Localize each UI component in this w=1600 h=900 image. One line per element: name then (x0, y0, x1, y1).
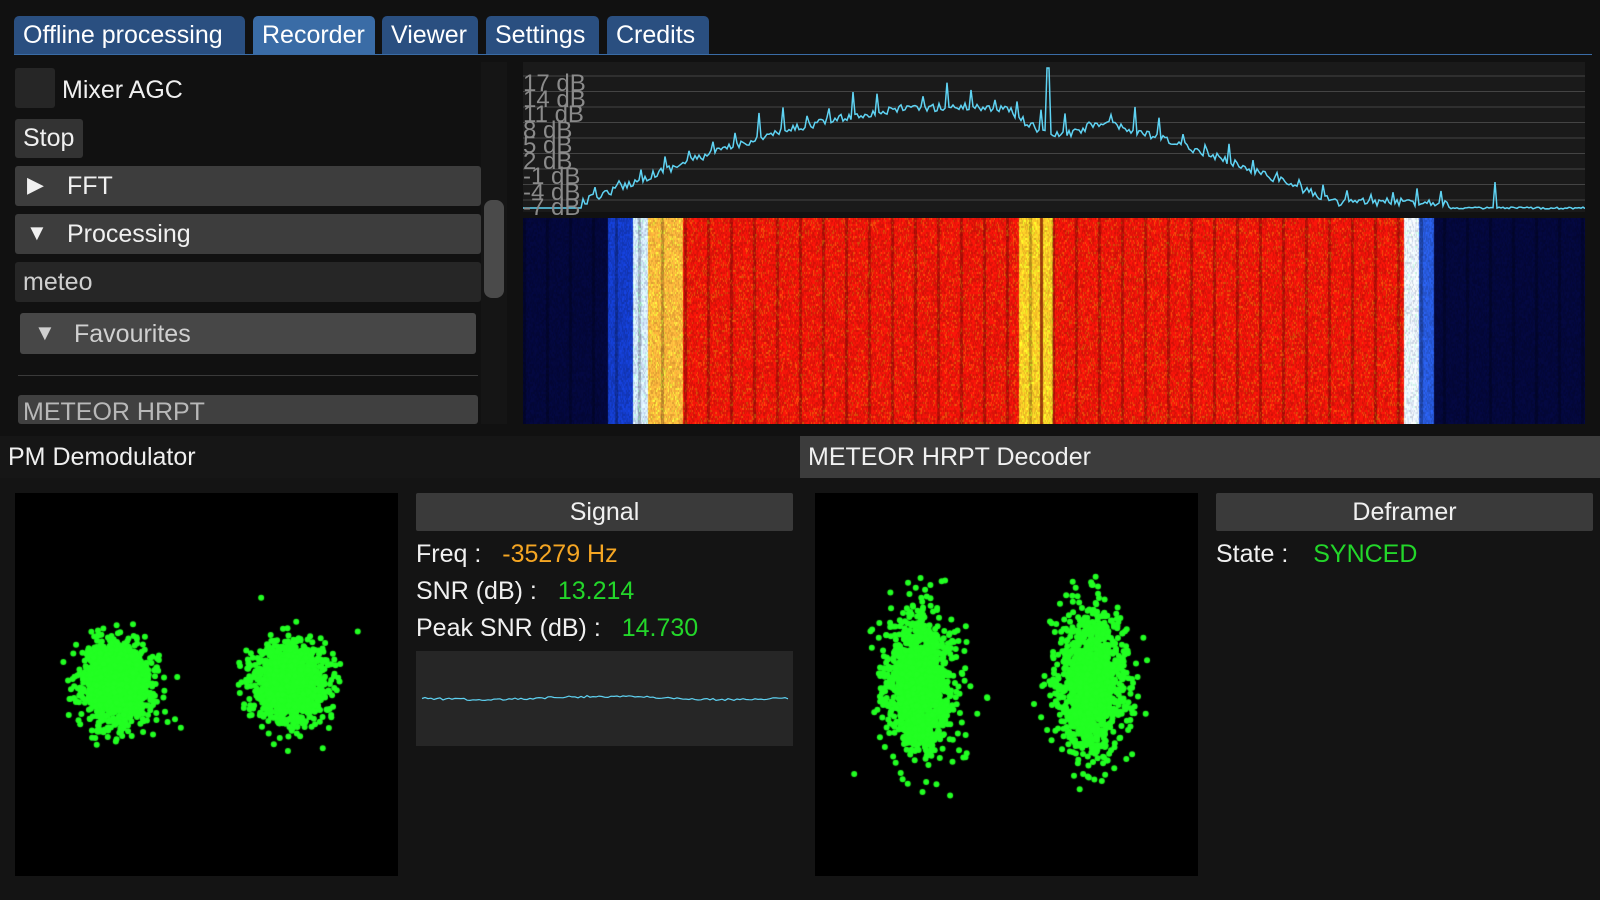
waterfall-display[interactable] (523, 218, 1585, 424)
tab-offline-processing[interactable]: Offline processing (14, 16, 245, 54)
processing-section-label: Processing (67, 220, 191, 248)
mixer-agc-label: Mixer AGC (62, 76, 183, 104)
peak-snr-label: Peak SNR (dB) : (416, 614, 601, 642)
peak-snr-stat: Peak SNR (dB) : 14.730 (416, 614, 698, 643)
pm-constellation-plot (15, 493, 398, 876)
snr-stat: SNR (dB) : 13.214 (416, 577, 634, 606)
waterfall-canvas (523, 218, 1585, 424)
category-select[interactable]: meteo (15, 262, 481, 302)
snr-value: 13.214 (557, 577, 635, 605)
tab-bar-divider (14, 54, 1592, 55)
stop-button[interactable]: Stop (15, 119, 83, 158)
tab-settings[interactable]: Settings (486, 16, 599, 54)
peak-snr-value: 14.730 (621, 614, 699, 642)
expanded-arrow-icon: ▼ (26, 220, 48, 245)
fft-section-label: FFT (67, 172, 113, 200)
favourites-section-header[interactable]: ▼ Favourites (20, 313, 476, 354)
decoder-constellation-plot (815, 493, 1198, 876)
collapsed-arrow-icon: ▶ (27, 172, 44, 197)
fft-spectrum-plot[interactable]: 17 dB 14 dB 11 dB 8 dB 5 dB 2 dB -1 dB -4 dB -7 … (523, 62, 1585, 220)
freq-value: -35279 Hz (502, 540, 618, 568)
tab-recorder[interactable]: Recorder (253, 16, 375, 54)
snr-history-graph (416, 651, 793, 746)
pm-demodulator-title: PM Demodulator (8, 443, 196, 471)
tab-viewer[interactable]: Viewer (382, 16, 478, 54)
signal-section-button[interactable]: Signal (416, 493, 793, 531)
mixer-agc-checkbox[interactable] (15, 68, 55, 108)
state-value: SYNCED (1313, 540, 1418, 568)
deframer-section-button[interactable]: Deframer (1216, 493, 1593, 531)
expanded-arrow-icon: ▼ (34, 320, 56, 345)
deframer-state-stat: State : SYNCED (1216, 540, 1417, 569)
freq-stat: Freq : -35279 Hz (416, 540, 618, 569)
pipeline-item-meteor-hrpt[interactable]: METEOR HRPT (18, 395, 478, 424)
scrollbar-thumb[interactable] (484, 200, 504, 298)
meteor-hrpt-decoder-title: METEOR HRPT Decoder (808, 443, 1091, 471)
snr-label: SNR (dB) : (416, 577, 537, 605)
favourites-section-label: Favourites (74, 320, 191, 348)
processing-section-header[interactable]: ▼ Processing (15, 214, 481, 254)
freq-label: Freq : (416, 540, 482, 568)
state-label: State : (1216, 540, 1289, 568)
tab-credits[interactable]: Credits (607, 16, 709, 54)
pipeline-list-divider (18, 375, 478, 376)
fft-section-header[interactable]: ▶ FFT (15, 166, 481, 206)
db-axis-label: -7 dB (523, 194, 581, 221)
